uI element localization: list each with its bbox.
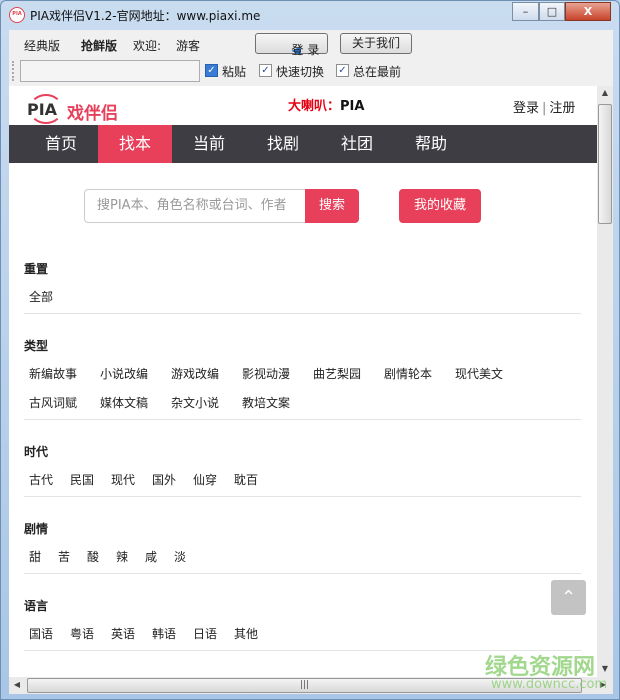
filter-item[interactable]: 全部 — [29, 288, 53, 305]
filter-item[interactable]: 教培文案 — [242, 394, 290, 411]
minimize-button[interactable]: – — [512, 2, 539, 21]
filter-item[interactable]: 游戏改编 — [171, 365, 219, 382]
username-label: 游客 — [176, 39, 201, 53]
vertical-scrollbar[interactable]: ▲ ▼ — [597, 86, 613, 677]
filter-item[interactable]: 现代 — [111, 471, 135, 488]
close-button[interactable]: X — [565, 2, 611, 21]
filter-item[interactable]: 曲艺梨园 — [313, 365, 361, 382]
filter-item[interactable]: 其他 — [234, 625, 258, 642]
filter-item[interactable]: 甜 — [29, 548, 41, 565]
filter-item[interactable]: 杂文小说 — [171, 394, 219, 411]
filter-item[interactable]: 酸 — [87, 548, 99, 565]
filter-item[interactable]: 韩语 — [152, 625, 176, 642]
separator: | — [542, 101, 547, 116]
app-window: PIA PIA戏伴侣V1.2-官网地址：www.piaxi.me – □ X 经… — [0, 0, 620, 700]
logo-pia: PIA — [27, 100, 58, 119]
title-bar: PIA PIA戏伴侣V1.2-官网地址：www.piaxi.me – □ X — [1, 1, 620, 29]
filter-item[interactable]: 日语 — [193, 625, 217, 642]
section-divider — [24, 419, 581, 420]
announcement-label: 大喇叭： — [288, 99, 341, 114]
filter-item[interactable]: 咸 — [145, 548, 157, 565]
web-view: PIA 戏伴侣 大喇叭：PIA 登录 | 注册 首页 找本 当前 找剧 社团 帮助 搜PIA本… — [9, 86, 597, 677]
nav-item[interactable]: 找剧 — [246, 125, 320, 163]
filter-item[interactable]: 小说改编 — [100, 365, 148, 382]
about-button[interactable]: 关于我们 — [340, 33, 412, 54]
toolbar-bottom: ✓ 粘贴 ✓ 快速切换 ✓ 总在最前 — [9, 58, 613, 85]
filter-item[interactable]: 苦 — [58, 548, 70, 565]
always-on-top-label: 总在最前 — [353, 65, 402, 79]
announcement: 大喇叭：PIA — [288, 95, 364, 114]
nav-item[interactable]: 社团 — [320, 125, 394, 163]
toolbar-input[interactable] — [20, 60, 200, 82]
maximize-button[interactable]: □ — [539, 2, 565, 21]
filter-item[interactable]: 现代美文 — [455, 365, 503, 382]
toolbar-top: 经典版 抢鲜版 欢迎: 游客 ◀ 登 录 关于我们 — [9, 30, 613, 57]
search-button[interactable]: 搜索 — [305, 189, 359, 223]
section-divider — [24, 313, 581, 314]
paste-checkbox[interactable]: ✓ — [205, 64, 218, 77]
client-area: 经典版 抢鲜版 欢迎: 游客 ◀ 登 录 关于我们 ✓ 粘贴 ✓ 快速切换 ✓ … — [9, 30, 613, 694]
quick-switch-checkbox[interactable]: ✓ — [259, 64, 272, 77]
always-on-top-checkbox[interactable]: ✓ — [336, 64, 349, 77]
nav-item[interactable]: 帮助 — [394, 125, 468, 163]
site-logo[interactable]: PIA 戏伴侣 — [27, 94, 137, 124]
scroll-left-arrow-icon[interactable]: ◀ — [9, 680, 25, 689]
vertical-scroll-thumb[interactable] — [598, 104, 612, 224]
app-icon: PIA — [9, 7, 25, 23]
filter-section-title: 类型 — [24, 339, 49, 353]
scroll-down-arrow-icon[interactable]: ▼ — [597, 664, 613, 673]
favorites-button[interactable]: 我的收藏 — [399, 189, 481, 223]
register-link[interactable]: 注册 — [549, 101, 575, 116]
filter-item[interactable]: 民国 — [70, 471, 94, 488]
filter-item[interactable]: 英语 — [111, 625, 135, 642]
filter-item[interactable]: 淡 — [174, 548, 186, 565]
filter-item[interactable]: 耽百 — [234, 471, 258, 488]
filter-section-title: 语言 — [24, 599, 49, 613]
section-divider — [24, 496, 581, 497]
auth-links: 登录 | 注册 — [513, 97, 575, 116]
filter-item[interactable]: 古风词赋 — [29, 394, 77, 411]
filter-item[interactable]: 国外 — [152, 471, 176, 488]
welcome-label: 欢迎: — [133, 39, 162, 53]
filter-section-title: 剧情 — [24, 522, 49, 536]
announcement-value: PIA — [340, 99, 365, 114]
section-divider — [24, 573, 581, 574]
back-to-top-button[interactable]: ⌃ — [551, 580, 586, 615]
filter-item[interactable]: 国语 — [29, 625, 53, 642]
filter-section-title: 重置 — [24, 262, 49, 276]
filter-item[interactable]: 古代 — [29, 471, 53, 488]
site-login-link[interactable]: 登录 — [513, 101, 539, 116]
logo-text: 戏伴侣 — [67, 104, 118, 124]
scroll-up-arrow-icon[interactable]: ▲ — [597, 88, 613, 97]
nav-item[interactable]: 首页 — [24, 125, 98, 163]
nav-item[interactable]: 找本 — [98, 125, 172, 163]
toolbar-grip[interactable] — [12, 61, 15, 81]
login-button[interactable]: ◀ 登 录 — [255, 33, 328, 57]
filter-item[interactable]: 媒体文稿 — [100, 394, 148, 411]
fresh-version-link[interactable]: 抢鲜版 — [81, 37, 117, 54]
filter-item[interactable]: 粤语 — [70, 625, 94, 642]
quick-switch-label: 快速切换 — [276, 65, 325, 79]
main-nav: 首页 找本 当前 找剧 社团 帮助 — [9, 125, 597, 163]
watermark-url: www.downcc.com — [491, 677, 608, 692]
filter-item[interactable]: 影视动漫 — [242, 365, 290, 382]
paste-label: 粘贴 — [222, 65, 247, 79]
filter-item[interactable]: 仙穿 — [193, 471, 217, 488]
filter-item[interactable]: 新编故事 — [29, 365, 77, 382]
classic-version-link[interactable]: 经典版 — [24, 37, 60, 54]
filter-item[interactable]: 剧情轮本 — [384, 365, 432, 382]
filter-section-title: 时代 — [24, 445, 49, 459]
filter-item[interactable]: 辣 — [116, 548, 128, 565]
nav-item[interactable]: 当前 — [172, 125, 246, 163]
search-input[interactable]: 搜PIA本、角色名称或台词、作者 — [84, 189, 306, 223]
window-title: PIA戏伴侣V1.2-官网地址：www.piaxi.me — [30, 9, 261, 23]
